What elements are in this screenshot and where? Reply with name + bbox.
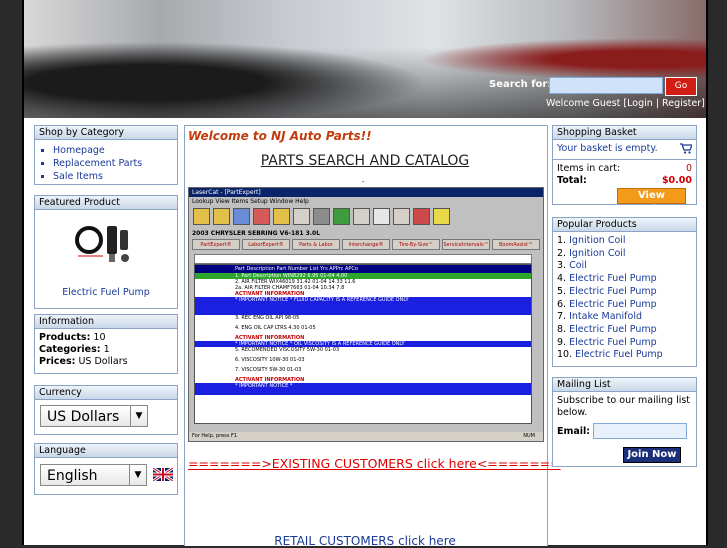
box-title: Shop by Category [35,126,177,140]
screenshot-vehicle: 2003 CHRYSLER SEBRING V6-181 3.0L [192,230,321,237]
box-title: Information [35,315,177,329]
view-basket-button[interactable]: View Basket [617,188,686,215]
info-prices: Prices: US Dollars [39,356,128,367]
popular-item[interactable]: 4. Electric Fuel Pump [557,273,692,286]
join-now-button[interactable]: Join Now [623,447,681,463]
cart-total: Total: $0.00 [557,175,692,186]
screenshot-tabs: PartExpert® LaborExpert® Parts & Labor I… [192,239,540,250]
header-banner: Search for: Go Welcome Guest [Login | Re… [24,0,706,118]
screenshot-parts-grid: Part Description Part Number List Yrs AP… [194,264,532,424]
email-label: Email: [557,426,591,437]
search-input[interactable] [549,77,663,94]
language-box: Language English ▼ [34,443,178,495]
existing-customers-link[interactable]: =======>EXISTING CUSTOMERS click here<==… [188,456,561,471]
screenshot-toolbar [193,208,450,228]
retail-customers-link[interactable]: RETAIL CUSTOMERS click here [184,534,546,548]
chevron-down-icon: ▼ [129,465,146,485]
mailing-list-box: Mailing List Subscribe to our mailing li… [552,377,697,467]
popular-item[interactable]: 5. Electric Fuel Pump [557,286,692,299]
popular-item[interactable]: 6. Electric Fuel Pump [557,299,692,312]
email-input[interactable] [593,423,687,439]
screenshot-status: For Help, press F1 NUM [189,432,543,441]
page: Search for: Go Welcome Guest [Login | Re… [22,0,708,548]
parts-catalog-link[interactable]: PARTS SEARCH AND CATALOG [184,153,546,169]
welcome-bar: Welcome Guest [Login | Register] [546,98,705,109]
shop-by-category-box: Shop by Category Homepage Replacement Pa… [34,125,178,185]
register-link[interactable]: Register [662,98,701,109]
currency-box: Currency US Dollars ▼ [34,385,178,435]
popular-item[interactable]: 7. Intake Manifold [557,311,692,324]
popular-item[interactable]: 1. Ignition Coil [557,235,692,248]
search-go-button[interactable]: Go [665,77,697,96]
screenshot-title: LaserCat - [PartExpert] [189,188,543,197]
welcome-text: Welcome Guest [546,98,621,109]
popular-products-box: Popular Products 1. Ignition Coil 2. Ign… [552,217,697,367]
box-title: Featured Product [35,196,177,210]
featured-product-box: Featured Product Electric Fuel Pump [34,195,178,309]
currency-select[interactable]: US Dollars ▼ [40,405,148,427]
category-homepage[interactable]: Homepage [53,144,171,157]
category-sale-items[interactable]: Sale Items [53,170,171,183]
catalog-screenshot[interactable]: LaserCat - [PartExpert] Lookup View Item… [188,187,544,442]
box-title: Language [35,444,177,458]
basket-icon[interactable] [680,143,692,154]
box-title: Mailing List [553,378,696,392]
info-products: Products: 10 [39,332,106,343]
basket-status: Your basket is empty. [557,143,692,156]
items-in-cart: Items in cart: 0 [557,162,692,174]
popular-item[interactable]: 2. Ignition Coil [557,248,692,261]
uk-flag-icon[interactable] [153,468,173,481]
basket-empty-link[interactable]: Your basket is empty. [557,143,658,156]
fuel-pump-image[interactable] [75,220,135,265]
box-title: Currency [35,386,177,400]
popular-item[interactable]: 3. Coil [557,260,692,273]
popular-item[interactable]: 8. Electric Fuel Pump [557,324,692,337]
box-title: Popular Products [553,218,696,232]
popular-item[interactable]: 10. Electric Fuel Pump [557,349,692,362]
featured-product-link[interactable]: Electric Fuel Pump [35,287,177,298]
category-replacement-parts[interactable]: Replacement Parts [53,157,171,170]
popular-item[interactable]: 9. Electric Fuel Pump [557,337,692,350]
search-label: Search for: [489,79,552,90]
mailing-text: Subscribe to our mailing list below. [557,395,691,418]
language-select[interactable]: English ▼ [40,464,147,486]
box-title: Shopping Basket [553,126,696,140]
screenshot-menu: Lookup View Items Setup Window Help [192,198,309,205]
info-categories: Categories: 1 [39,344,110,355]
information-box: Information Products: 10 Categories: 1 P… [34,314,178,374]
shopping-basket-box: Shopping Basket Your basket is empty. It… [552,125,697,215]
login-link[interactable]: Login [627,98,653,109]
separator-dot: - [362,178,365,186]
welcome-heading: Welcome to NJ Auto Parts!! [188,129,372,143]
chevron-down-icon: ▼ [130,406,147,426]
